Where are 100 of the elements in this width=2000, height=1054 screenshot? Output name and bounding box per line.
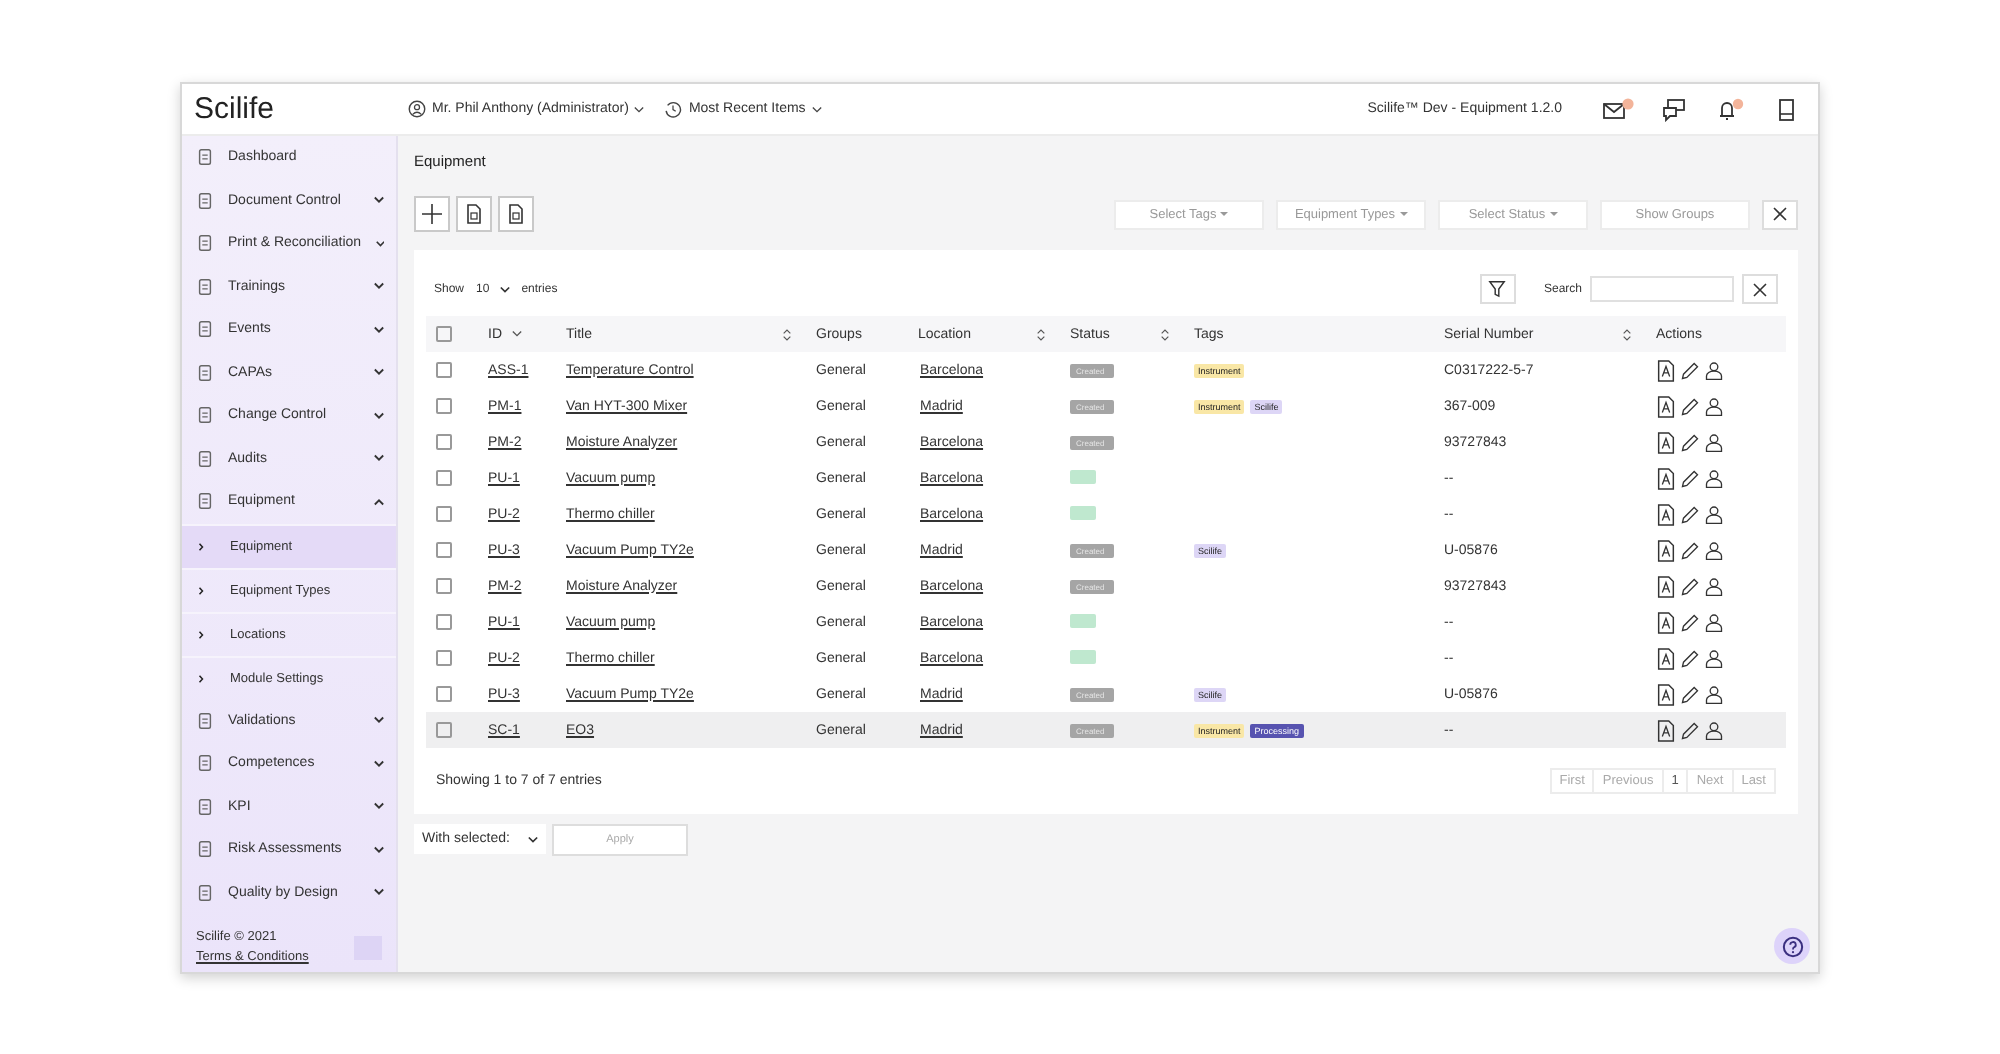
funnel-icon <box>1488 280 1507 298</box>
row-checkbox[interactable] <box>436 398 452 414</box>
chevron-down-icon <box>811 105 822 113</box>
help-icon <box>1781 935 1803 957</box>
add-button[interactable] <box>414 196 450 232</box>
bell-icon[interactable] <box>1714 97 1746 121</box>
person-icon[interactable] <box>1704 575 1724 597</box>
chevron-icon <box>198 629 204 639</box>
document-icon[interactable] <box>1656 575 1676 597</box>
row-checkbox[interactable] <box>436 506 452 522</box>
module-icon <box>196 883 214 902</box>
close-icon <box>1752 281 1768 297</box>
select-all-checkbox[interactable] <box>436 326 452 342</box>
pencil-icon[interactable] <box>1680 467 1700 489</box>
chat-icon[interactable] <box>1658 97 1690 121</box>
pencil-icon[interactable] <box>1680 395 1700 417</box>
document-icon[interactable] <box>1656 611 1676 633</box>
pencil-icon[interactable] <box>1680 359 1700 381</box>
sort-icon[interactable] <box>1622 327 1632 341</box>
module-icon <box>196 492 214 511</box>
person-icon[interactable] <box>1704 431 1724 453</box>
row-checkbox[interactable] <box>436 470 452 486</box>
document-icon[interactable] <box>1656 503 1676 525</box>
sort-icon[interactable] <box>782 327 792 341</box>
person-icon[interactable] <box>1704 647 1724 669</box>
sort-icon[interactable] <box>1160 327 1170 341</box>
row-checkbox[interactable] <box>436 614 452 630</box>
pencil-icon[interactable] <box>1680 575 1700 597</box>
expand-icon <box>374 845 384 854</box>
chevron-down-icon <box>528 835 538 843</box>
expand-icon <box>375 239 384 248</box>
logo: Scilife <box>192 92 277 126</box>
expand-icon <box>374 325 384 334</box>
module-icon <box>196 363 214 382</box>
file-icon <box>466 204 482 224</box>
clear-filters-button[interactable] <box>1762 199 1798 229</box>
person-icon[interactable] <box>1704 719 1724 741</box>
filter-button[interactable] <box>1479 274 1516 304</box>
pencil-icon[interactable] <box>1680 683 1700 705</box>
file-icon <box>508 204 524 224</box>
row-checkbox[interactable] <box>436 686 452 702</box>
row-checkbox[interactable] <box>436 542 452 558</box>
expand-icon <box>374 802 384 811</box>
caret-icon[interactable] <box>512 330 522 338</box>
expand-icon <box>374 196 384 205</box>
pencil-icon[interactable] <box>1680 647 1700 669</box>
help-button[interactable] <box>1774 928 1810 964</box>
plus-icon <box>422 204 442 224</box>
module-icon <box>196 711 214 730</box>
row-checkbox[interactable] <box>436 578 452 594</box>
person-icon[interactable] <box>1704 503 1724 525</box>
document-icon[interactable] <box>1656 647 1676 669</box>
module-icon <box>196 277 214 296</box>
history-icon <box>664 100 683 118</box>
search-field[interactable] <box>1590 276 1734 302</box>
person-icon[interactable] <box>1704 359 1724 381</box>
person-icon[interactable] <box>1704 395 1724 417</box>
export-button[interactable] <box>456 196 492 232</box>
pencil-icon[interactable] <box>1680 503 1700 525</box>
document-icon[interactable] <box>1656 395 1676 417</box>
row-checkbox[interactable] <box>436 362 452 378</box>
row-checkbox[interactable] <box>436 722 452 738</box>
pencil-icon[interactable] <box>1680 611 1700 633</box>
expand-icon <box>374 368 384 377</box>
close-icon <box>1772 206 1788 222</box>
pencil-icon[interactable] <box>1680 539 1700 561</box>
module-icon <box>196 754 214 773</box>
module-icon <box>196 797 214 816</box>
module-icon <box>196 234 214 253</box>
export-button[interactable] <box>498 196 534 232</box>
expand-icon <box>374 454 384 463</box>
collapse-icon <box>374 497 384 506</box>
expand-icon <box>374 282 384 291</box>
row-checkbox[interactable] <box>436 434 452 450</box>
chevron-icon <box>198 585 204 595</box>
module-icon <box>196 320 214 339</box>
row-checkbox[interactable] <box>436 650 452 666</box>
chevron-down-icon <box>634 105 645 113</box>
module-icon <box>196 148 214 167</box>
document-icon[interactable] <box>1656 431 1676 453</box>
document-icon[interactable] <box>1656 467 1676 489</box>
document-icon[interactable] <box>1656 359 1676 381</box>
person-icon[interactable] <box>1704 683 1724 705</box>
expand-icon <box>374 888 384 897</box>
module-icon <box>196 191 214 210</box>
document-icon[interactable] <box>1656 539 1676 561</box>
user-icon <box>408 100 426 118</box>
pencil-icon[interactable] <box>1680 431 1700 453</box>
module-icon <box>196 406 214 425</box>
pencil-icon[interactable] <box>1680 719 1700 741</box>
expand-icon <box>374 411 384 420</box>
clear-search-button[interactable] <box>1742 274 1778 304</box>
sort-icon[interactable] <box>1036 327 1046 341</box>
person-icon[interactable] <box>1704 539 1724 561</box>
person-icon[interactable] <box>1704 467 1724 489</box>
document-icon[interactable] <box>1656 719 1676 741</box>
document-icon[interactable] <box>1656 683 1676 705</box>
module-icon <box>196 449 214 468</box>
person-icon[interactable] <box>1704 611 1724 633</box>
mail-icon[interactable] <box>1602 97 1634 121</box>
